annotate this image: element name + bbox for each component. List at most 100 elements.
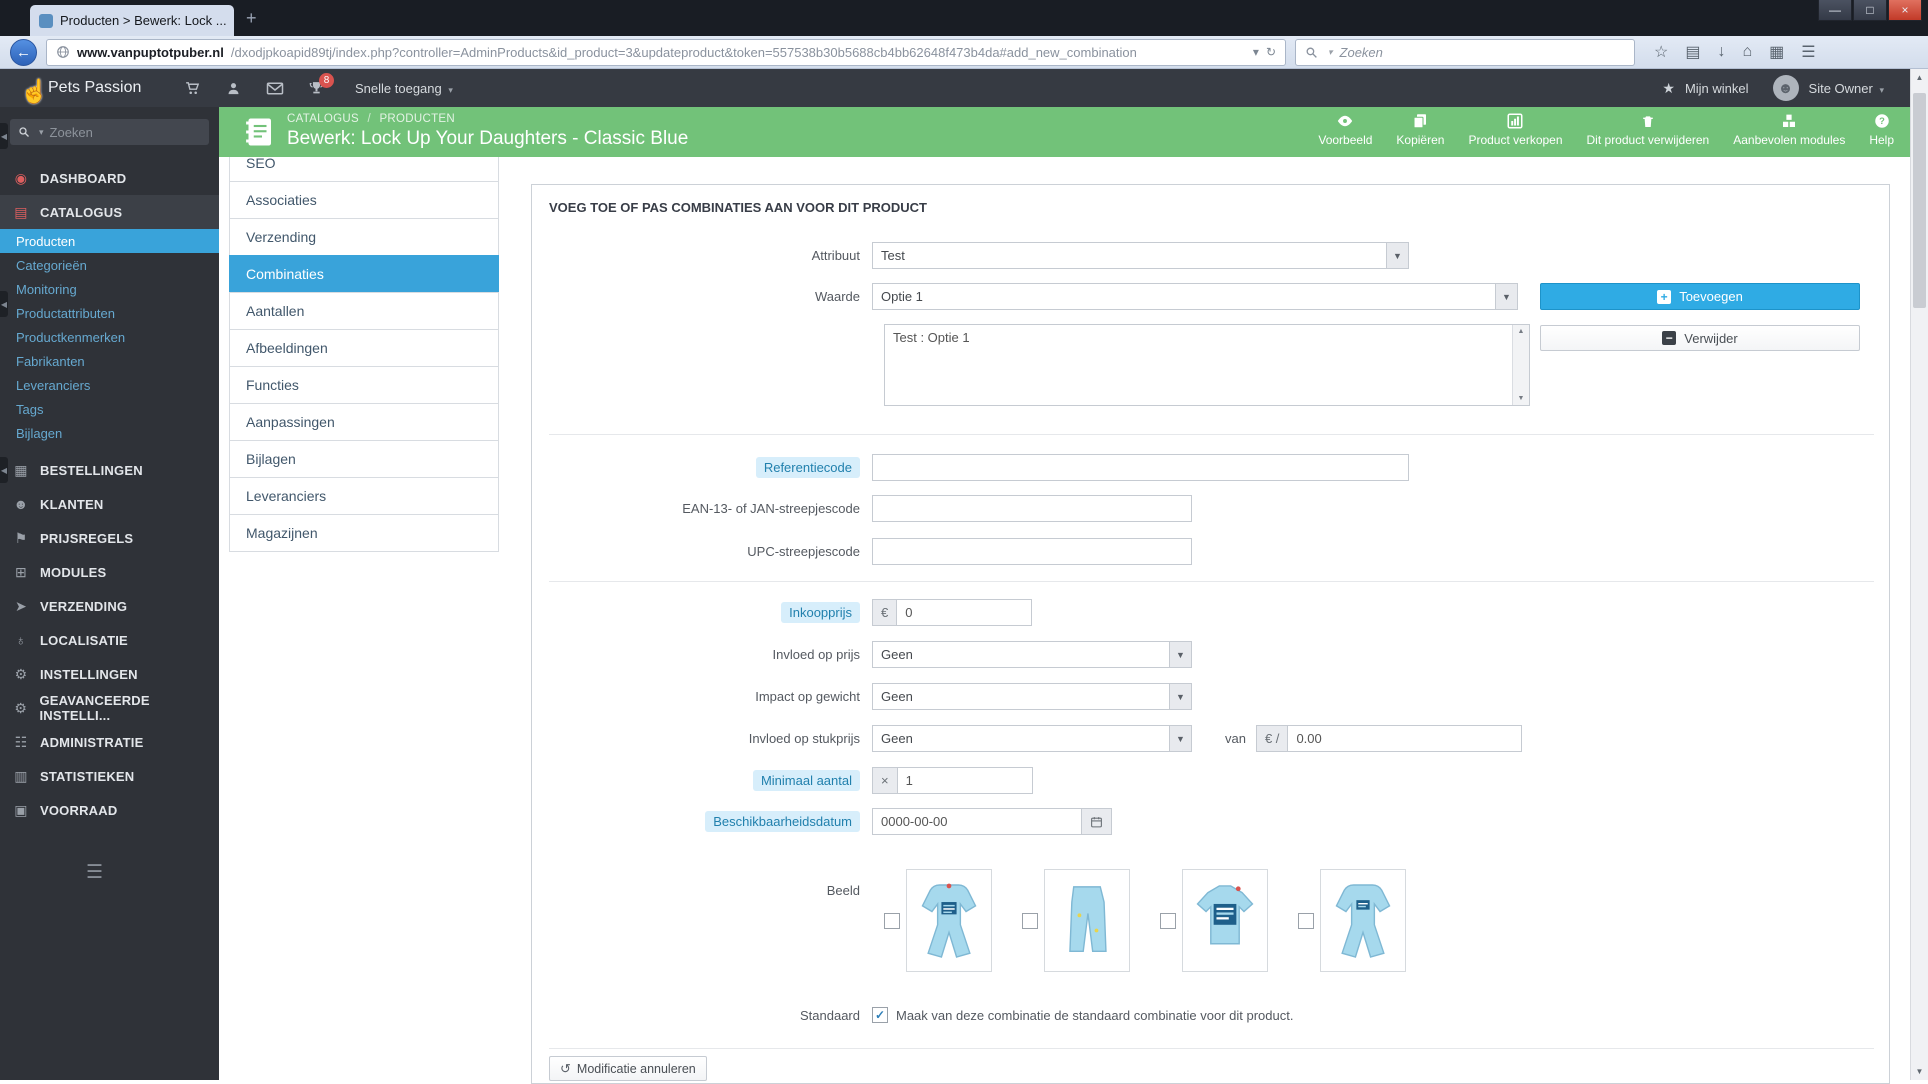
apps-icon[interactable]: ▦: [1769, 42, 1784, 62]
sidebar-search-input[interactable]: ▾ Zoeken: [10, 119, 209, 145]
tab-bijlagen[interactable]: Bijlagen: [229, 440, 499, 478]
search-engine-caret-icon[interactable]: ▾: [1328, 47, 1333, 58]
browser-tab[interactable]: Producten > Bewerk: Lock ... ×: [30, 5, 234, 36]
ean-input[interactable]: [872, 495, 1192, 522]
sidebar-item-modules[interactable]: ⊞ MODULES: [0, 555, 219, 589]
combination-entry[interactable]: Test : Optie 1: [885, 325, 1529, 350]
weight-impact-select[interactable]: Geen ▼: [872, 683, 1192, 710]
downloads-icon[interactable]: ↓: [1717, 43, 1725, 61]
sidebar-collapse-arrow[interactable]: ◀: [0, 291, 8, 317]
availability-date-input[interactable]: 0000-00-00: [872, 808, 1082, 835]
preview-button[interactable]: Voorbeeld: [1318, 112, 1372, 147]
sidebar-sub-categorieen[interactable]: Categorieën: [0, 253, 219, 277]
home-icon[interactable]: ⌂: [1742, 43, 1752, 61]
avatar[interactable]: ☻: [1773, 75, 1799, 101]
tab-verzending[interactable]: Verzending: [229, 218, 499, 256]
image-checkbox-2[interactable]: [1022, 913, 1038, 929]
calendar-icon[interactable]: [1082, 808, 1112, 835]
sidebar-item-statistieken[interactable]: ▥ STATISTIEKEN: [0, 759, 219, 793]
sidebar-item-geavanceerde-instellingen[interactable]: ⚙ GEAVANCEERDE INSTELLI...: [0, 691, 219, 725]
tab-combinaties[interactable]: Combinaties: [229, 255, 499, 293]
sidebar-item-instellingen[interactable]: ⚙ INSTELLINGEN: [0, 657, 219, 691]
sidebar-sub-monitoring[interactable]: Monitoring: [0, 277, 219, 301]
sidebar-item-localisatie[interactable]: ♁ LOCALISATIE: [0, 623, 219, 657]
reference-input[interactable]: [872, 454, 1409, 481]
close-button[interactable]: ×: [1888, 0, 1922, 21]
reload-icon[interactable]: ↻: [1266, 45, 1276, 59]
image-checkbox-4[interactable]: [1298, 913, 1314, 929]
attribute-select[interactable]: Test ▼: [872, 242, 1409, 269]
listbox-scrollbar[interactable]: ▲▼: [1512, 325, 1529, 405]
breadcrumb-catalogus[interactable]: CATALOGUS: [287, 113, 359, 125]
tab-aantallen[interactable]: Aantallen: [229, 292, 499, 330]
combination-listbox[interactable]: Test : Optie 1 ▲▼: [884, 324, 1530, 406]
url-bar[interactable]: www.vanpuptotpuber.nl /dxodjpkoapid89tj/…: [46, 39, 1286, 66]
sidebar-item-verzending[interactable]: ➤ VERZENDING: [0, 589, 219, 623]
min-quantity-input[interactable]: 1: [898, 767, 1033, 794]
sidebar-item-dashboard[interactable]: ◉ DASHBOARD: [0, 161, 219, 195]
image-checkbox-3[interactable]: [1160, 913, 1176, 929]
sidebar-item-bestellingen[interactable]: ▦ BESTELLINGEN: [0, 453, 219, 487]
upc-input[interactable]: [872, 538, 1192, 565]
tab-magazijnen[interactable]: Magazijnen: [229, 514, 499, 552]
price-impact-select[interactable]: Geen ▼: [872, 641, 1192, 668]
product-image-pants[interactable]: [1044, 869, 1130, 972]
sidebar-collapse-arrow[interactable]: ◀: [0, 457, 8, 483]
delete-product-button[interactable]: Dit product verwijderen: [1587, 112, 1710, 147]
sidebar-item-voorraad[interactable]: ▣ VOORRAAD: [0, 793, 219, 827]
value-select[interactable]: Optie 1 ▼: [872, 283, 1518, 310]
new-tab-button[interactable]: +: [246, 8, 257, 29]
product-image-romper-back[interactable]: [1320, 869, 1406, 972]
remove-attribute-button[interactable]: − Verwijder: [1540, 325, 1860, 351]
bookmark-star-icon[interactable]: ☆: [1654, 42, 1668, 62]
image-checkbox-1[interactable]: [884, 913, 900, 929]
cart-icon[interactable]: [184, 80, 201, 97]
default-checkbox[interactable]: ✓: [872, 1007, 888, 1023]
sidebar-sub-producten[interactable]: Producten: [0, 229, 219, 253]
user-menu[interactable]: Site Owner ▾: [1809, 81, 1884, 96]
sidebar-item-prijsregels[interactable]: ⚑ PRIJSREGELS: [0, 521, 219, 555]
breadcrumb-producten[interactable]: PRODUCTEN: [379, 113, 455, 125]
minimize-button[interactable]: —: [1818, 0, 1852, 21]
unit-price-amount-input[interactable]: 0.00: [1288, 725, 1522, 752]
product-sales-button[interactable]: Product verkopen: [1468, 112, 1562, 147]
wholesale-price-input[interactable]: 0: [897, 599, 1032, 626]
scroll-down-icon[interactable]: ▼: [1911, 1063, 1928, 1080]
sidebar-item-administratie[interactable]: ☷ ADMINISTRATIE: [0, 725, 219, 759]
customer-icon[interactable]: [225, 80, 242, 97]
sidebar-sub-leveranciers[interactable]: Leveranciers: [0, 373, 219, 397]
menu-icon[interactable]: ☰: [1801, 42, 1815, 62]
help-button[interactable]: ? Help: [1869, 112, 1894, 147]
recommended-modules-button[interactable]: Aanbevolen modules: [1733, 112, 1845, 147]
add-attribute-button[interactable]: + Toevoegen: [1540, 283, 1860, 310]
sidebar-sub-bijlagen[interactable]: Bijlagen: [0, 421, 219, 445]
back-button[interactable]: ←: [10, 39, 37, 66]
url-dropdown-icon[interactable]: ▾: [1253, 45, 1259, 59]
sidebar-collapse-icon[interactable]: ☰: [86, 861, 103, 884]
cancel-modification-button[interactable]: ↺ Modificatie annuleren: [549, 1056, 707, 1081]
maximize-button[interactable]: □: [1853, 0, 1887, 21]
product-image-romper-front[interactable]: [906, 869, 992, 972]
browser-search-input[interactable]: ▾ Zoeken: [1295, 39, 1635, 66]
tab-leveranciers[interactable]: Leveranciers: [229, 477, 499, 515]
duplicate-button[interactable]: Kopiëren: [1396, 112, 1444, 147]
bookmarks-menu-icon[interactable]: ▤: [1685, 42, 1700, 62]
sidebar-item-catalogus[interactable]: ▤ CATALOGUS: [0, 195, 219, 229]
tab-associaties[interactable]: Associaties: [229, 181, 499, 219]
sidebar-sub-productkenmerken[interactable]: Productkenmerken: [0, 325, 219, 349]
sidebar-item-klanten[interactable]: ☻ KLANTEN: [0, 487, 219, 521]
unit-price-impact-select[interactable]: Geen ▼: [872, 725, 1192, 752]
product-image-sweater-front[interactable]: [1182, 869, 1268, 972]
scrollbar-thumb[interactable]: [1913, 93, 1926, 308]
my-shop-link[interactable]: Mijn winkel: [1685, 81, 1749, 96]
sidebar-sub-productattributen[interactable]: Productattributen: [0, 301, 219, 325]
sidebar-sub-fabrikanten[interactable]: Fabrikanten: [0, 349, 219, 373]
page-scrollbar[interactable]: ▲ ▼: [1910, 69, 1928, 1080]
quick-access-dropdown[interactable]: Snelle toegang ▾: [355, 81, 453, 96]
scroll-up-icon[interactable]: ▲: [1911, 69, 1928, 86]
search-scope-caret-icon[interactable]: ▾: [39, 127, 44, 138]
trophy-icon[interactable]: 8: [308, 80, 325, 97]
tab-functies[interactable]: Functies: [229, 366, 499, 404]
sidebar-collapse-arrow[interactable]: ◀: [0, 123, 8, 149]
tab-afbeeldingen[interactable]: Afbeeldingen: [229, 329, 499, 367]
